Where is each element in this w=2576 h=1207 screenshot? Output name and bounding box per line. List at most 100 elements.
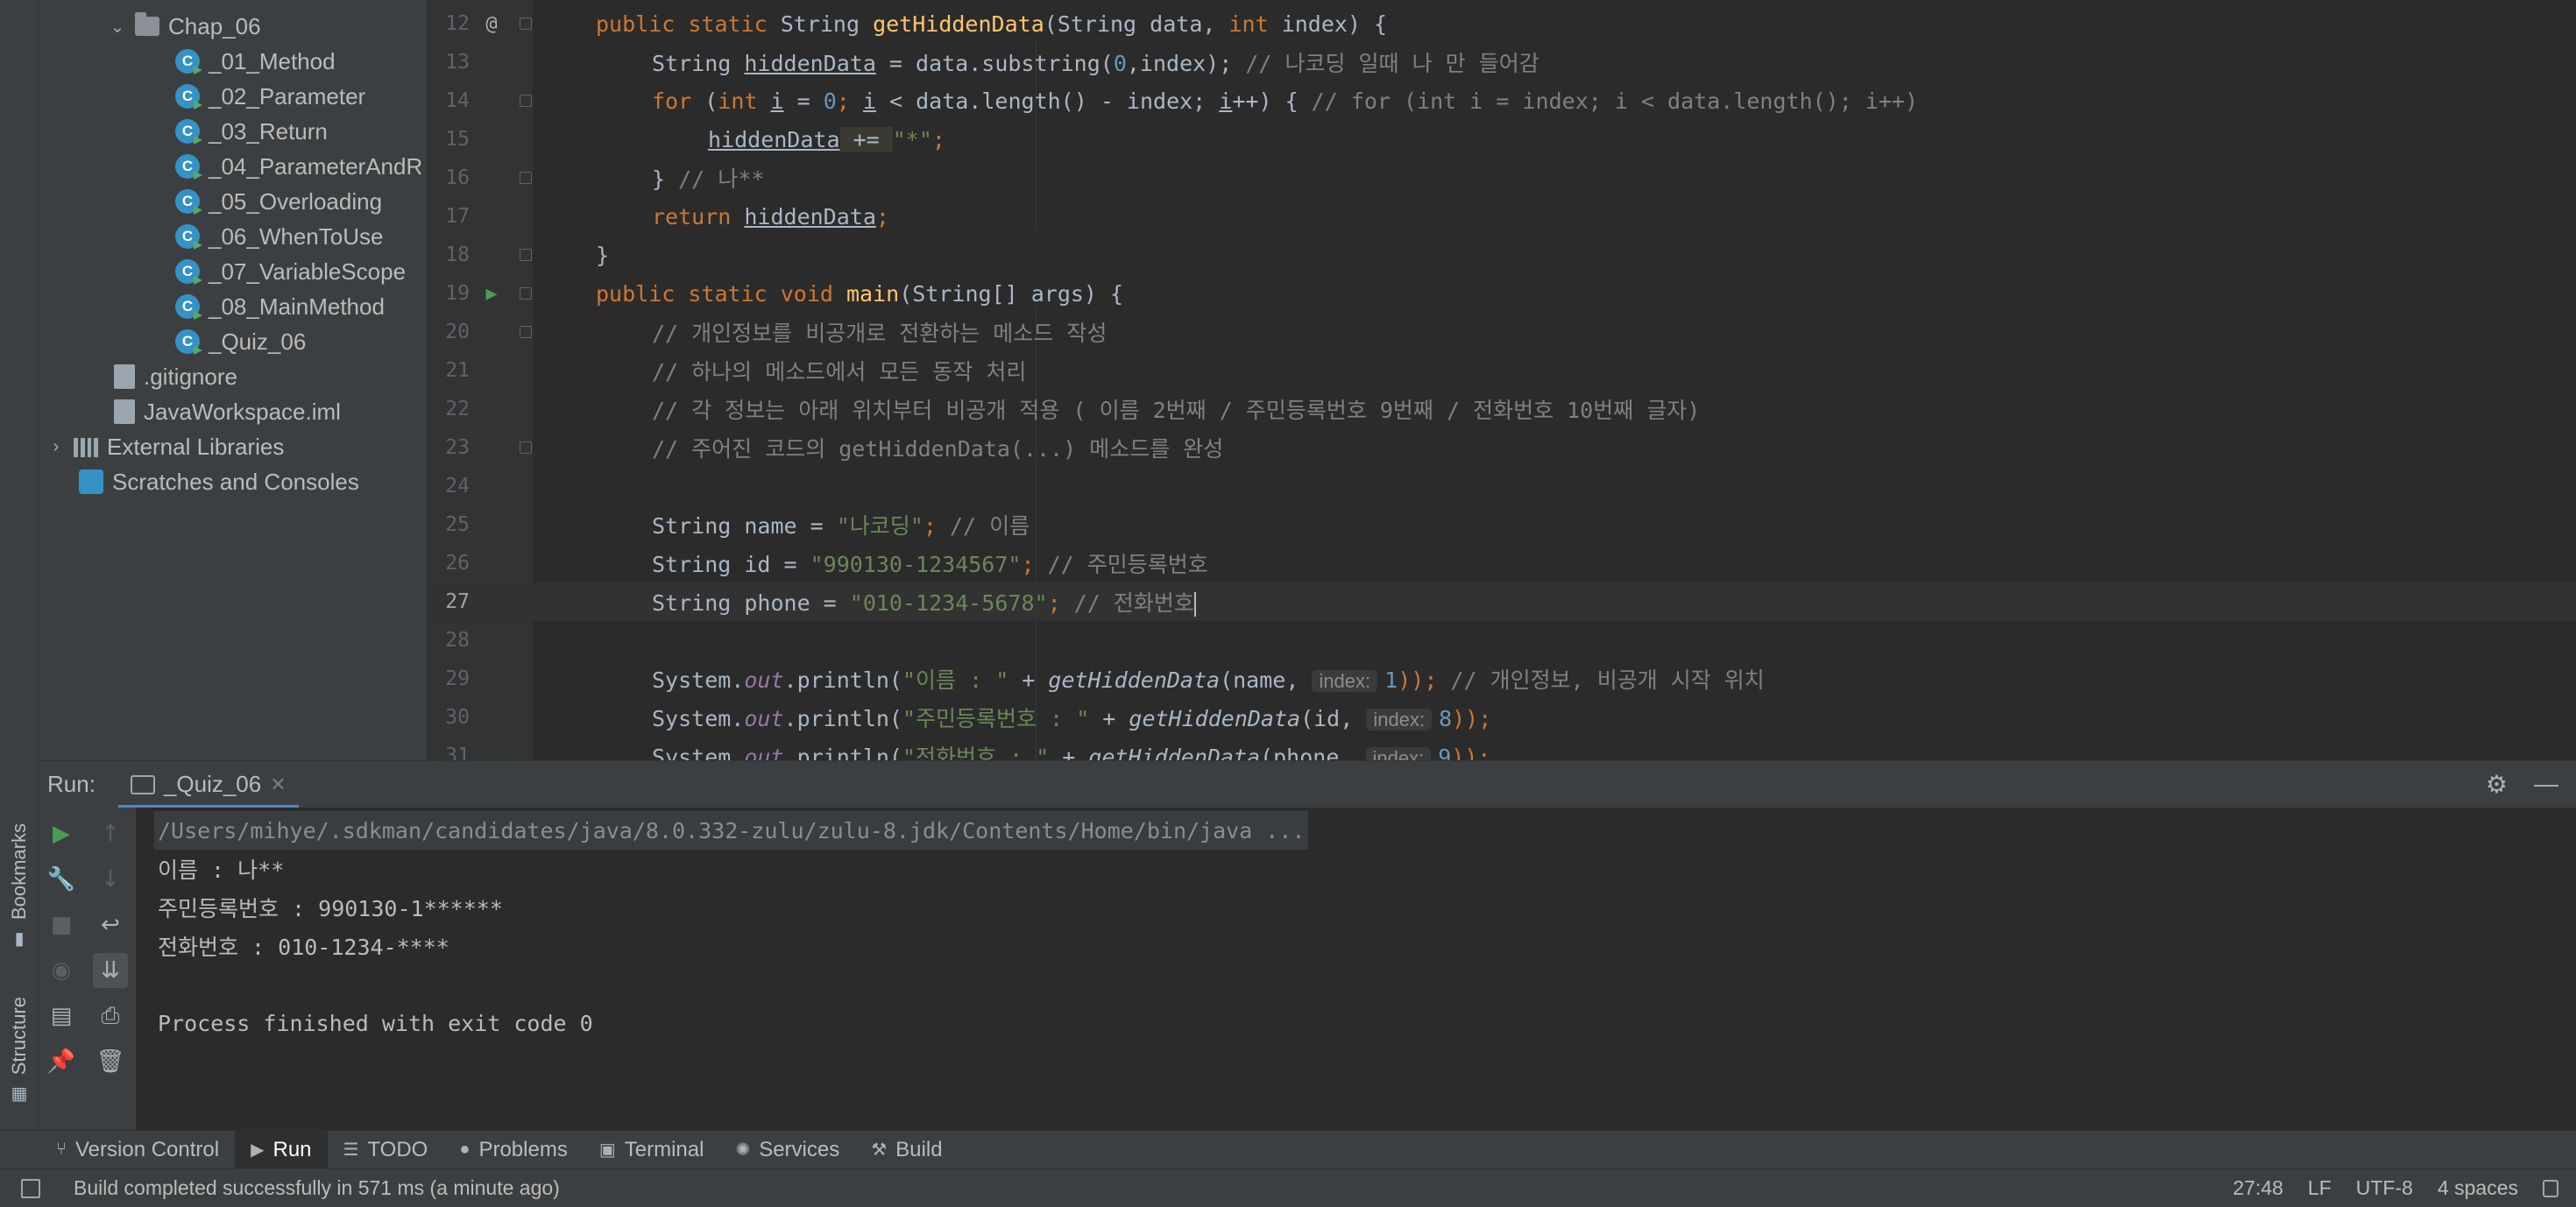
soft-wrap-icon[interactable]: ↩: [93, 907, 128, 942]
scroll-to-end-icon[interactable]: ⇊: [93, 953, 128, 988]
code-token: +: [1008, 667, 1049, 693]
line-separator[interactable]: LF: [2308, 1176, 2332, 1200]
caret-position[interactable]: 27:48: [2233, 1176, 2283, 1200]
fold-marker-icon[interactable]: [520, 441, 532, 454]
structure-tab[interactable]: Structure ▦: [5, 997, 33, 1103]
arrow-up-icon[interactable]: ↑: [93, 816, 128, 851]
wrench-icon[interactable]: 🔧: [44, 862, 79, 897]
tree-class-item[interactable]: C _03_Return: [175, 114, 328, 149]
code-token: 1: [1384, 667, 1398, 693]
rerun-icon[interactable]: ▶: [44, 816, 79, 851]
fold-marker-icon[interactable]: [520, 18, 532, 30]
problems-tool[interactable]: ● Problems: [443, 1131, 583, 1169]
code-token: (: [704, 88, 718, 114]
services-tool[interactable]: ✺ Services: [719, 1131, 855, 1169]
tree-file-iml[interactable]: JavaWorkspace.iml: [114, 394, 341, 429]
code-token: 0: [823, 88, 837, 114]
trash-icon[interactable]: 🗑: [93, 1044, 128, 1079]
tree-folder-chap06[interactable]: ⌄ Chap_06: [109, 9, 261, 44]
tool-label: Terminal: [624, 1137, 704, 1161]
line-number: 26: [445, 552, 470, 575]
code-line: 29 System.out.println("이름 : " + getHidde…: [428, 660, 2576, 698]
run-console[interactable]: /Users/mihye/.sdkman/candidates/java/8.0…: [137, 808, 2576, 1130]
toggle-panels-icon[interactable]: [21, 1178, 40, 1198]
implementation-at-icon[interactable]: @: [480, 13, 503, 35]
console-exit-line: Process finished with exit code 0: [158, 1010, 593, 1036]
minimize-icon[interactable]: —: [2534, 770, 2558, 799]
status-message[interactable]: Build completed successfully in 571 ms (…: [74, 1176, 560, 1200]
code-token: getHiddenData: [1088, 745, 1261, 760]
tree-class-item[interactable]: C _04_ParameterAndR: [175, 149, 422, 184]
line-number: 15: [445, 128, 470, 151]
fold-marker-icon[interactable]: [520, 326, 532, 338]
code-line: 28: [428, 621, 2576, 660]
tree-class-item[interactable]: C _08_MainMethod: [175, 289, 385, 324]
tree-external-libraries-label: External Libraries: [107, 433, 285, 460]
todo-tool[interactable]: ☰ TODO: [328, 1131, 444, 1169]
run-gutter-icon[interactable]: ▶: [480, 283, 503, 305]
fold-marker-icon[interactable]: [520, 287, 532, 300]
version-control-tool[interactable]: ⑂ Version Control: [40, 1131, 235, 1169]
code-token: getHiddenData: [873, 11, 1044, 37]
close-icon[interactable]: ✕: [270, 773, 286, 796]
run-tab-quiz06[interactable]: _Quiz_06 ✕: [117, 761, 299, 808]
code-token: ));: [1398, 667, 1451, 693]
layout-icon[interactable]: ▤: [44, 999, 79, 1034]
code-token: out: [744, 745, 784, 760]
tree-file-gitignore[interactable]: .gitignore: [114, 359, 237, 394]
tree-class-item[interactable]: C _02_Parameter: [175, 79, 365, 114]
arrow-down-icon[interactable]: ↓: [93, 862, 128, 897]
line-number: 29: [445, 667, 470, 690]
tree-class-item[interactable]: C _07_VariableScope: [175, 254, 406, 289]
code-token: (phone,: [1260, 745, 1366, 760]
tree-external-libraries[interactable]: › External Libraries: [47, 429, 285, 464]
terminal-tool[interactable]: ▣ Terminal: [584, 1131, 720, 1169]
code-token: hiddenData: [744, 203, 876, 229]
fold-marker-icon[interactable]: [520, 95, 532, 107]
code-token: ;: [1021, 552, 1048, 577]
tree-class-item[interactable]: C _Quiz_06: [175, 324, 306, 359]
indent-setting[interactable]: 4 spaces: [2438, 1176, 2518, 1200]
tree-class-item[interactable]: C _05_Overloading: [175, 184, 382, 219]
bookmarks-tab[interactable]: Bookmarks ▮: [5, 823, 33, 948]
tool-label: Services: [759, 1137, 840, 1161]
console-command-line[interactable]: /Users/mihye/.sdkman/candidates/java/8.0…: [154, 811, 1309, 850]
code-token: ;: [931, 126, 945, 152]
bookmark-icon: ▮: [14, 928, 25, 949]
run-tool[interactable]: ▶ Run: [235, 1130, 328, 1169]
line-number: 16: [445, 166, 470, 189]
print-icon[interactable]: ⎙: [93, 999, 128, 1034]
chevron-right-icon[interactable]: ›: [47, 437, 65, 457]
run-panel-header: Run: _Quiz_06 ✕ ⚙ —: [39, 760, 2576, 808]
pin-icon[interactable]: 📌: [44, 1044, 79, 1079]
build-tool[interactable]: ⚒ Build: [855, 1131, 958, 1169]
stop-icon[interactable]: ■: [44, 907, 79, 942]
tree-class-label: _05_Overloading: [209, 187, 383, 215]
fold-marker-icon[interactable]: [520, 249, 532, 261]
branch-icon: ⑂: [56, 1140, 67, 1159]
code-comment: // 주어진 코드의 getHiddenData(...) 메소드를 완성: [652, 436, 1224, 462]
parameter-hint: index:: [1366, 709, 1433, 731]
tool-label: Run: [272, 1137, 312, 1161]
lock-icon[interactable]: [2543, 1179, 2558, 1197]
code-editor[interactable]: 12 @ public static String getHiddenData(…: [428, 0, 2576, 760]
camera-icon[interactable]: ◉: [44, 953, 79, 988]
file-encoding[interactable]: UTF-8: [2356, 1176, 2413, 1200]
code-token: }: [652, 166, 679, 192]
java-class-icon: C: [175, 224, 200, 249]
java-class-icon: C: [175, 49, 200, 74]
code-token: (name,: [1220, 667, 1313, 693]
gear-icon[interactable]: ⚙: [2486, 770, 2508, 799]
tree-scratches[interactable]: Scratches and Consoles: [79, 464, 359, 499]
tree-class-item[interactable]: C _01_Method: [175, 44, 336, 79]
chevron-down-icon[interactable]: ⌄: [109, 16, 126, 38]
code-token: i: [770, 88, 784, 114]
line-number: 18: [445, 244, 470, 266]
code-token: System.: [652, 667, 745, 693]
code-line: 18 }: [428, 236, 2576, 274]
tree-folder-label: Chap_06: [168, 12, 261, 39]
tree-class-item[interactable]: C _06_WhenToUse: [175, 219, 383, 254]
fold-marker-icon[interactable]: [520, 172, 532, 184]
hammer-icon: ⚒: [871, 1140, 888, 1160]
code-token: ;: [836, 88, 863, 114]
